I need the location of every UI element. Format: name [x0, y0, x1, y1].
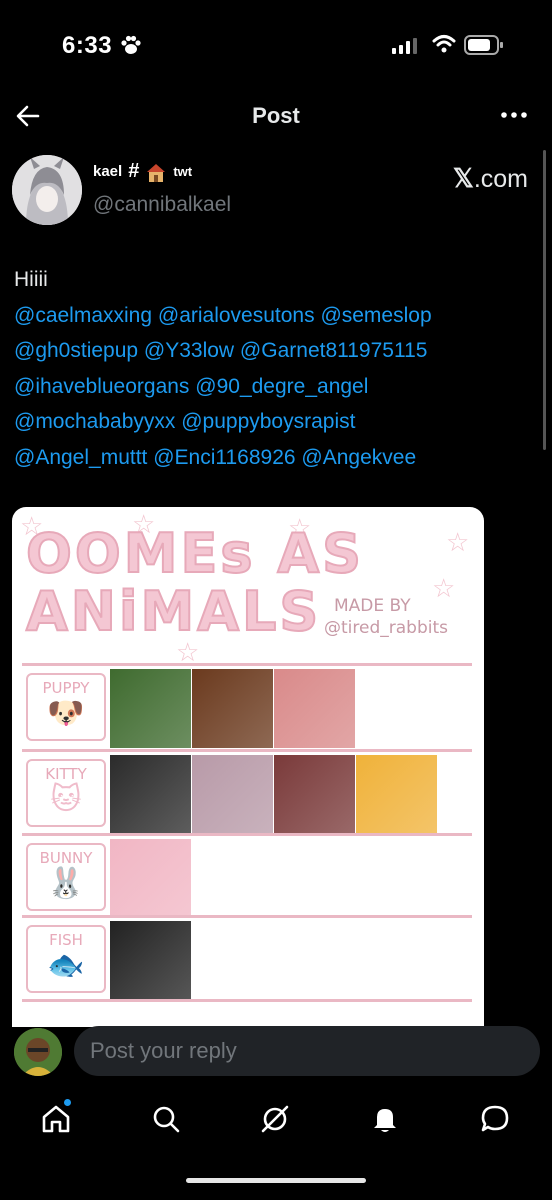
search-icon[interactable] [150, 1103, 182, 1135]
source-label: 𝕏.com [453, 163, 528, 194]
tier-label-text: PUPPY [42, 679, 90, 697]
x-logo-icon: 𝕏 [452, 163, 474, 193]
tier-row: FISH 🐟 [12, 915, 484, 1000]
tier-divider [22, 833, 472, 836]
mention-line[interactable]: @gh0stiepup @Y33low @Garnet811975115 [14, 333, 544, 369]
mention-line[interactable]: @Angel_muttt @Enci1168926 @Angekvee [14, 440, 544, 476]
image-title-line: ANiMALS [25, 580, 322, 643]
status-bar: 6:33 [0, 0, 552, 90]
wifi-icon [432, 35, 456, 53]
signal-icon [392, 38, 417, 54]
display-name-text: kael [93, 163, 123, 180]
source-domain: .com [473, 165, 528, 193]
bottom-tab-bar [0, 1093, 552, 1153]
grok-icon[interactable] [259, 1103, 291, 1135]
twt-label: twt [173, 164, 193, 179]
tier-label: PUPPY 🐶 [26, 673, 106, 741]
star-icon: ☆ [446, 527, 470, 557]
paw-icon [121, 35, 141, 54]
tier-row: KITTY 🐱 [12, 749, 484, 834]
post-author: kael # twt @cannibalkael 𝕏.com [12, 153, 540, 228]
author-avatar[interactable] [12, 155, 82, 225]
tier-label-text: BUNNY [39, 849, 93, 867]
home-icon[interactable] [40, 1103, 72, 1135]
tier-image-tile [110, 839, 191, 918]
fish-icon: 🐟 [47, 948, 85, 983]
house-icon [147, 163, 166, 182]
image-credit: MADE BY @tired_rabbits [324, 595, 448, 639]
mention-line[interactable]: @caelmaxxing @arialovesutons @semeslop [14, 298, 544, 334]
tier-image-tile [110, 921, 191, 1000]
more-options-icon[interactable] [500, 105, 528, 125]
tier-label-text: FISH [49, 931, 83, 949]
tier-image-tile [356, 755, 437, 834]
tier-image-tile [274, 755, 355, 834]
battery-icon [464, 35, 503, 55]
author-display-name[interactable]: kael # twt [93, 160, 192, 183]
hash-symbol: # [128, 160, 140, 182]
home-indicator[interactable] [186, 1178, 366, 1183]
mention-line[interactable]: @ihaveblueorgans @90_degre_angel [14, 369, 544, 405]
tier-label: BUNNY 🐰 [26, 843, 106, 911]
tier-tiles [110, 839, 191, 918]
post-text: Hiiii @caelmaxxing @arialovesutons @seme… [14, 262, 544, 475]
mention-line[interactable]: @mochababyyxx @puppyboysrapist [14, 404, 544, 440]
credit-line: @tired_rabbits [324, 618, 448, 638]
tier-row: PUPPY 🐶 [12, 663, 484, 748]
top-bar: Post [0, 95, 552, 137]
tier-divider [22, 749, 472, 752]
tier-image-tile [110, 755, 191, 834]
tier-divider [22, 999, 472, 1002]
reply-bar: Post your reply [0, 1022, 552, 1082]
tier-row: BUNNY 🐰 [12, 833, 484, 918]
author-handle[interactable]: @cannibalkael [93, 193, 231, 217]
tier-label: KITTY 🐱 [26, 759, 106, 827]
reply-input[interactable]: Post your reply [74, 1026, 540, 1076]
tier-divider [22, 663, 472, 666]
tier-image-tile [274, 669, 355, 748]
tier-image-tile [110, 669, 191, 748]
image-title-line: OOMEs AS [25, 522, 365, 585]
messages-icon[interactable] [479, 1103, 511, 1135]
status-time: 6:33 [62, 32, 113, 59]
notification-dot [64, 1099, 71, 1106]
tier-tiles [110, 755, 437, 834]
tier-image-tile [192, 669, 273, 748]
credit-line: MADE BY [334, 596, 411, 616]
bell-icon[interactable] [369, 1103, 401, 1135]
user-avatar[interactable] [14, 1028, 62, 1076]
post-greeting: Hiiii [14, 268, 48, 291]
tier-label-text: KITTY [45, 765, 87, 783]
tier-tiles [110, 921, 191, 1000]
avatar-art-icon [12, 155, 82, 225]
page-title: Post [252, 103, 300, 128]
puppy-icon: 🐶 [47, 696, 85, 731]
user-avatar-art-icon [14, 1028, 62, 1076]
tier-image-tile [192, 755, 273, 834]
scrollbar-thumb[interactable] [543, 150, 546, 450]
tier-divider [22, 915, 472, 918]
post-image[interactable]: ☆ ☆ ☆ ☆ ☆ ☆ OOMEs AS ANiMALS MADE BY @ti… [12, 507, 484, 1027]
kitty-icon: 🐱 [50, 782, 82, 817]
image-title: OOMEs AS ANiMALS [25, 522, 365, 643]
bunny-icon: 🐰 [47, 866, 85, 901]
tier-tiles [110, 669, 355, 748]
tier-label: FISH 🐟 [26, 925, 106, 993]
